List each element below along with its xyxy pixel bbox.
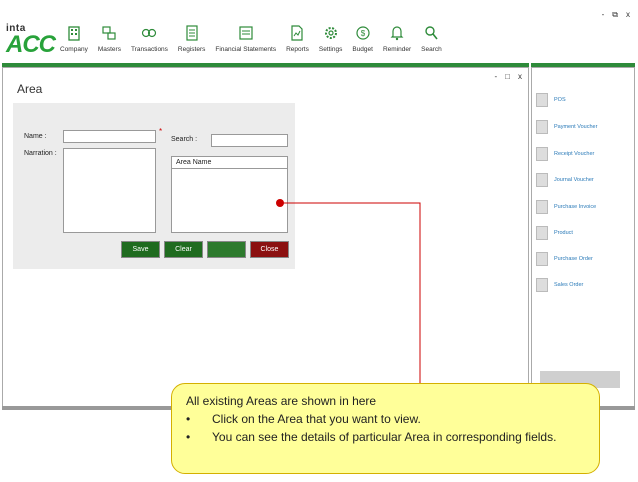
purchase-order-icon (536, 252, 548, 266)
menu-settings[interactable]: Settings (314, 24, 348, 53)
callout-title: All existing Areas are shown in here (186, 394, 377, 408)
close-button[interactable]: x (626, 10, 630, 20)
inner-close-button[interactable]: x (518, 72, 522, 81)
shortcut-purchase-invoice[interactable]: Purchase Invoice (536, 200, 596, 214)
menu-registers[interactable]: Registers (173, 24, 210, 53)
save-button[interactable]: Save (121, 241, 160, 258)
search-icon (424, 24, 439, 42)
shortcut-pos[interactable]: POS (536, 93, 566, 107)
inner-window-controls: - □ x (494, 72, 522, 81)
building-icon (67, 24, 81, 42)
menu-masters[interactable]: Masters (93, 24, 126, 53)
area-list-header: Area Name (172, 157, 287, 169)
area-list[interactable]: Area Name (171, 156, 288, 233)
menu-label: Reminder (382, 46, 412, 53)
shortcut-label: POS (554, 97, 566, 103)
menu-reminder[interactable]: Reminder (378, 24, 416, 53)
area-form: Name : * Narration : Search : Area Name … (13, 103, 295, 269)
masters-icon (102, 24, 116, 42)
menu-company[interactable]: Company (55, 24, 93, 53)
bullet-text: You can see the details of particular Ar… (212, 430, 557, 444)
purchase-invoice-icon (536, 200, 548, 214)
shortcut-label: Product (554, 230, 573, 236)
app-root: - ⧉ x inta ACC Company Masters Transacti… (0, 0, 638, 482)
shortcut-payment-voucher[interactable]: Payment Voucher (536, 120, 597, 134)
receipt-voucher-icon (536, 147, 548, 161)
menu-transactions[interactable]: Transactions (126, 24, 173, 53)
name-label: Name : (24, 133, 47, 140)
close-form-button[interactable]: Close (250, 241, 289, 258)
shortcut-label: Receipt Voucher (554, 151, 595, 157)
shortcut-label: Journal Voucher (554, 177, 594, 183)
pos-icon (536, 93, 548, 107)
page-title: Area (17, 82, 43, 96)
inner-restore-button[interactable]: □ (505, 72, 510, 81)
shortcut-sales-order[interactable]: Sales Order (536, 278, 583, 292)
shortcut-journal-voucher[interactable]: Journal Voucher (536, 173, 594, 187)
menu-financial-statements[interactable]: Financial Statements (210, 24, 281, 53)
main-menu: Company Masters Transactions Registers F… (55, 24, 447, 53)
help-callout: All existing Areas are shown in here • Cl… (171, 383, 600, 474)
bullet-text: Click on the Area that you want to view. (212, 412, 421, 426)
narration-input[interactable] (63, 148, 156, 233)
callout-bullets: • Click on the Area that you want to view… (186, 410, 585, 444)
window-controls: - ⧉ x (602, 10, 630, 20)
shortcut-panel: POS Payment Voucher Receipt Voucher Jour… (531, 67, 635, 407)
menu-label: Financial Statements (215, 46, 277, 53)
narration-label: Narration : (24, 150, 57, 157)
search-input[interactable] (211, 134, 288, 147)
shortcut-label: Purchase Order (554, 256, 593, 262)
menu-label: Reports (286, 46, 309, 53)
menu-reports[interactable]: Reports (281, 24, 314, 53)
restore-button[interactable]: ⧉ (612, 10, 618, 20)
sales-order-icon (536, 278, 548, 292)
bullet-char: • (186, 430, 191, 444)
shortcut-receipt-voucher[interactable]: Receipt Voucher (536, 147, 594, 161)
registers-icon (186, 24, 198, 42)
menu-search[interactable]: Search (416, 24, 447, 53)
search-label: Search : (171, 136, 198, 143)
area-window: - □ x Area Name : * Narration : Search :… (2, 67, 529, 407)
delete-button[interactable]: Delete (207, 241, 246, 258)
clear-button[interactable]: Clear (164, 241, 203, 258)
app-logo: inta ACC (6, 24, 56, 58)
shortcut-purchase-order[interactable]: Purchase Order (536, 252, 593, 266)
product-icon (536, 226, 548, 240)
menu-label: Masters (97, 46, 121, 53)
transactions-icon (141, 24, 157, 42)
shortcut-product[interactable]: Product (536, 226, 573, 240)
inner-minimize-button[interactable]: - (494, 72, 497, 81)
menu-label: Company (60, 46, 88, 53)
shortcut-label: Sales Order (554, 282, 584, 288)
statements-icon (239, 24, 253, 42)
menu-label: Budget (352, 46, 373, 53)
gear-icon (323, 24, 339, 42)
bell-icon (390, 24, 404, 42)
logo-text-main: ACC (6, 31, 56, 58)
payment-voucher-icon (536, 120, 548, 134)
minimize-button[interactable]: - (602, 10, 605, 20)
bullet-char: • (186, 412, 191, 426)
menu-label: Settings (318, 46, 343, 53)
shortcut-label: Payment Voucher (554, 124, 598, 130)
callout-bullet: • Click on the Area that you want to view… (186, 410, 585, 428)
shortcut-label: Purchase Invoice (554, 204, 597, 210)
journal-voucher-icon (536, 173, 548, 187)
menu-label: Search (421, 46, 442, 53)
budget-icon: $ (356, 24, 370, 42)
required-marker: * (159, 127, 163, 136)
menu-budget[interactable]: $ Budget (347, 24, 378, 53)
callout-bullet: • You can see the details of particular A… (186, 430, 585, 444)
svg-text:$: $ (360, 29, 365, 38)
reports-icon (291, 24, 304, 42)
menu-label: Registers (177, 46, 206, 53)
name-input[interactable] (63, 130, 156, 143)
menu-label: Transactions (130, 46, 168, 53)
